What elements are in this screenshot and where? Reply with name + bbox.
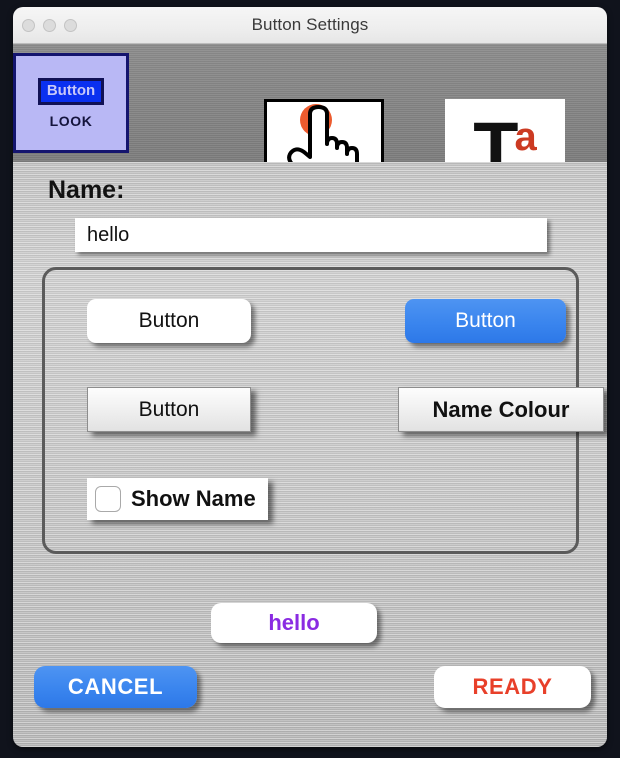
button-preview[interactable]: hello [211,603,377,643]
cancel-button[interactable]: CANCEL [34,666,197,708]
show-name-checkbox-row[interactable]: Show Name [87,478,268,520]
window-titlebar: Button Settings [13,7,607,44]
text-typography-superscript: a [514,115,537,159]
show-name-label: Show Name [131,486,256,511]
close-button[interactable] [22,18,35,32]
name-colour-button[interactable]: Name Colour [398,387,604,432]
tab-look[interactable]: Button LOOK [13,53,129,153]
traffic-light-group [22,7,77,43]
toolbar: Button LOOK T a [13,44,607,199]
ready-button[interactable]: READY [434,666,591,708]
button-shape-button[interactable]: Button [87,299,251,343]
name-label: Name: [48,176,125,204]
button-colour-button[interactable]: Button [405,299,566,343]
tab-look-label: LOOK [49,112,93,129]
window-title: Button Settings [251,15,369,34]
minimize-button[interactable] [43,18,56,32]
show-name-checkbox[interactable] [95,486,121,512]
button-settings-window: Button Settings Button LOOK T a Name: Bu… [13,7,607,747]
settings-body: Name: Button Button Button Name Colour S… [13,162,607,747]
button-font-button[interactable]: Button [87,387,251,432]
name-input[interactable] [75,218,547,252]
zoom-button[interactable] [64,18,77,32]
button-look-icon: Button [37,77,105,105]
appearance-group-box: Button Button Button Name Colour Show Na… [42,267,604,554]
